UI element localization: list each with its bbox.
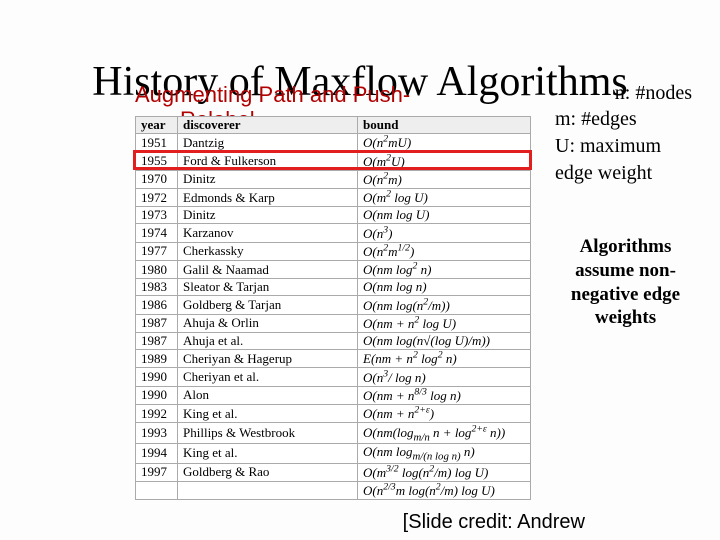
cell-bound: O(n2m1/2) <box>358 242 531 260</box>
algorithms-table: year discoverer bound 1951DantzigO(n2mU)… <box>135 116 531 500</box>
table-row: 1994King et al.O(nm logm/(n log n) n) <box>136 444 531 464</box>
cell-discoverer: Cheriyan et al. <box>178 368 358 386</box>
cell-bound: E(nm + n2 log2 n) <box>358 349 531 367</box>
table-row: 1973DinitzO(nm log U) <box>136 207 531 224</box>
cell-year: 1987 <box>136 314 178 332</box>
cell-bound: O(n2mU) <box>358 134 531 152</box>
cell-bound: O(nm + n8/3 log n) <box>358 386 531 404</box>
algorithms-table-wrap: year discoverer bound 1951DantzigO(n2mU)… <box>135 116 531 500</box>
cell-year: 1990 <box>136 368 178 386</box>
table-row: 1987Ahuja et al.O(nm log(n√(log U)/m)) <box>136 332 531 349</box>
col-year: year <box>136 117 178 134</box>
table-row: 1986Goldberg & TarjanO(nm log(n2/m)) <box>136 296 531 314</box>
table-header-row: year discoverer bound <box>136 117 531 134</box>
cell-year: 1992 <box>136 404 178 422</box>
cell-bound: O(n2m) <box>358 170 531 188</box>
cell-bound: O(m2U) <box>358 152 531 170</box>
cell-discoverer: Cherkassky <box>178 242 358 260</box>
col-disc: discoverer <box>178 117 358 134</box>
cell-bound: O(n3) <box>358 224 531 242</box>
subtitle-line-1: Augmenting Path and Push- <box>135 82 410 108</box>
cell-discoverer: Phillips & Westbrook <box>178 423 358 444</box>
table-row: 1987Ahuja & OrlinO(nm + n2 log U) <box>136 314 531 332</box>
cell-bound: O(n3/ log n) <box>358 368 531 386</box>
cell-discoverer: Cheriyan & Hagerup <box>178 349 358 367</box>
cell-year: 1974 <box>136 224 178 242</box>
legend-m: m: #edges <box>555 106 700 133</box>
cell-year: 1997 <box>136 463 178 481</box>
cell-bound: O(nm(logm/n n + log2+ε n)) <box>358 423 531 444</box>
cell-year: 1987 <box>136 332 178 349</box>
table-row: 1992King et al.O(nm + n2+ε) <box>136 404 531 422</box>
cell-discoverer: Sleator & Tarjan <box>178 279 358 296</box>
cell-discoverer: Galil & Naamad <box>178 260 358 278</box>
table-row: 1970DinitzO(n2m) <box>136 170 531 188</box>
cell-year: 1993 <box>136 423 178 444</box>
cell-bound: O(nm + n2+ε) <box>358 404 531 422</box>
table-row: 1980Galil & NaamadO(nm log2 n) <box>136 260 531 278</box>
cell-discoverer: Ahuja & Orlin <box>178 314 358 332</box>
cell-bound: O(nm log2 n) <box>358 260 531 278</box>
table-row: O(n2/3m log(n2/m) log U) <box>136 482 531 500</box>
cell-year: 1970 <box>136 170 178 188</box>
cell-bound: O(nm log(n√(log U)/m)) <box>358 332 531 349</box>
cell-discoverer: Edmonds & Karp <box>178 188 358 206</box>
cell-discoverer: Goldberg & Tarjan <box>178 296 358 314</box>
cell-discoverer: Ahuja et al. <box>178 332 358 349</box>
cell-discoverer <box>178 482 358 500</box>
cell-bound: O(nm + n2 log U) <box>358 314 531 332</box>
cell-bound: O(m3/2 log(n2/m) log U) <box>358 463 531 481</box>
table-row: 1989Cheriyan & HagerupE(nm + n2 log2 n) <box>136 349 531 367</box>
legend-u-line2: edge weight <box>555 160 700 187</box>
cell-year: 1973 <box>136 207 178 224</box>
legend-u-line1: U: maximum <box>555 133 700 160</box>
cell-year: 1972 <box>136 188 178 206</box>
cell-discoverer: King et al. <box>178 444 358 464</box>
slide-credit: [Slide credit: Andrew <box>403 511 585 534</box>
cell-bound: O(nm log(n2/m)) <box>358 296 531 314</box>
table-row: 1977CherkasskyO(n2m1/2) <box>136 242 531 260</box>
cell-discoverer: Ford & Fulkerson <box>178 152 358 170</box>
cell-year: 1989 <box>136 349 178 367</box>
cell-year: 1955 <box>136 152 178 170</box>
cell-year: 1980 <box>136 260 178 278</box>
table-row: 1983Sleator & TarjanO(nm log n) <box>136 279 531 296</box>
cell-year: 1951 <box>136 134 178 152</box>
legend-block: m: #edges U: maximum edge weight <box>555 80 700 187</box>
table-row: 1990AlonO(nm + n8/3 log n) <box>136 386 531 404</box>
cell-bound: O(nm log n) <box>358 279 531 296</box>
cell-year: 1977 <box>136 242 178 260</box>
cell-year: 1986 <box>136 296 178 314</box>
table-row: 1955Ford & FulkersonO(m2U) <box>136 152 531 170</box>
cell-year: 1990 <box>136 386 178 404</box>
cell-discoverer: Alon <box>178 386 358 404</box>
cell-discoverer: Karzanov <box>178 224 358 242</box>
cell-bound: O(n2/3m log(n2/m) log U) <box>358 482 531 500</box>
cell-discoverer: Goldberg & Rao <box>178 463 358 481</box>
table-row: 1993Phillips & WestbrookO(nm(logm/n n + … <box>136 423 531 444</box>
col-bound: bound <box>358 117 531 134</box>
table-row: 1974KarzanovO(n3) <box>136 224 531 242</box>
cell-year <box>136 482 178 500</box>
table-row: 1972Edmonds & KarpO(m2 log U) <box>136 188 531 206</box>
table-row: 1990Cheriyan et al.O(n3/ log n) <box>136 368 531 386</box>
cell-discoverer: Dinitz <box>178 207 358 224</box>
cell-discoverer: Dantzig <box>178 134 358 152</box>
cell-bound: O(m2 log U) <box>358 188 531 206</box>
side-note: Algorithms assume non-negative edge weig… <box>553 235 698 330</box>
cell-bound: O(nm log U) <box>358 207 531 224</box>
table-row: 1997Goldberg & RaoO(m3/2 log(n2/m) log U… <box>136 463 531 481</box>
cell-discoverer: Dinitz <box>178 170 358 188</box>
table-row: 1951DantzigO(n2mU) <box>136 134 531 152</box>
cell-bound: O(nm logm/(n log n) n) <box>358 444 531 464</box>
cell-year: 1994 <box>136 444 178 464</box>
cell-discoverer: King et al. <box>178 404 358 422</box>
cell-year: 1983 <box>136 279 178 296</box>
